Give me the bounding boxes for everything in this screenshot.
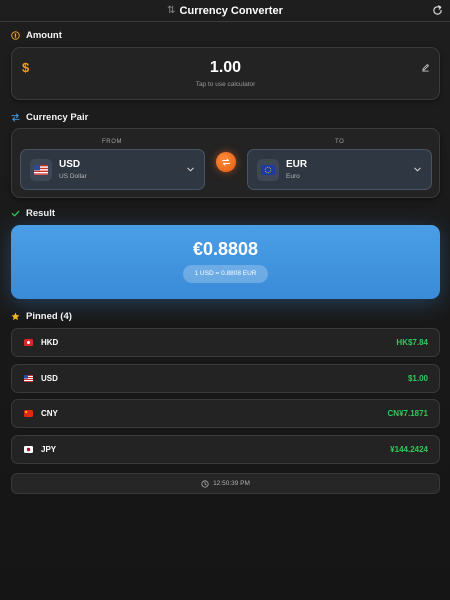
app-header: ⇅ Currency Converter <box>0 0 450 22</box>
checkmark-icon <box>11 210 20 217</box>
pencil-icon[interactable] <box>421 63 430 72</box>
currency-pair-section-label: Currency Pair <box>11 112 88 123</box>
pinned-converted-amount: $1.00 <box>407 374 428 383</box>
star-icon <box>11 312 20 321</box>
last-updated-bar: 12:50:39 PM <box>11 473 440 494</box>
pinned-item[interactable]: USD $1.00 <box>11 364 440 393</box>
flag-us-icon <box>30 159 52 181</box>
swap-currencies-button[interactable] <box>216 152 236 172</box>
result-label: Result <box>26 208 56 219</box>
result-value: €0.8808 <box>192 239 259 259</box>
last-updated-time: 12:50:39 PM <box>213 480 250 487</box>
to-currency-code: EUR <box>286 159 308 170</box>
pinned-converted-amount: CN¥7.1871 <box>387 409 428 418</box>
pinned-label: Pinned (4) <box>26 311 72 322</box>
currency-pair-card: FROM TO USD US Dollar EUR Euro <box>11 128 440 198</box>
pinned-currency-code: HKD <box>41 338 59 347</box>
result-card: €0.8808 1 USD = 0.8808 EUR <box>11 225 440 299</box>
amount-value: 1.00 <box>209 59 242 76</box>
amount-input-card[interactable]: $ 1.00 Tap to use calculator <box>11 47 440 100</box>
swap-icon <box>222 158 230 166</box>
result-section-label: Result <box>11 208 55 219</box>
flag-us-icon <box>24 375 33 382</box>
chevron-down-icon <box>414 167 421 172</box>
from-currency-name: US Dollar <box>59 173 87 180</box>
flag-cn-icon <box>24 410 33 417</box>
circle-dollar-icon <box>11 31 20 40</box>
flag-eu-icon <box>257 159 279 181</box>
to-currency-name: Euro <box>286 173 300 180</box>
from-label: FROM <box>102 139 123 145</box>
pinned-item[interactable]: HKD HK$7.84 <box>11 328 440 357</box>
from-currency-code: USD <box>59 159 81 170</box>
refresh-icon <box>432 4 442 15</box>
pinned-item[interactable]: JPY ¥144.2424 <box>11 435 440 464</box>
pinned-converted-amount: HK$7.84 <box>396 338 428 347</box>
to-label: TO <box>335 139 345 145</box>
pinned-section-label: Pinned (4) <box>11 311 72 322</box>
pinned-currency-code: USD <box>41 374 58 383</box>
currency-pair-label: Currency Pair <box>26 112 89 123</box>
refresh-button[interactable] <box>430 3 444 17</box>
pinned-converted-amount: ¥144.2424 <box>390 445 428 454</box>
pinned-currency-code: CNY <box>41 409 58 418</box>
arrows-up-down-icon: ⇅ <box>167 5 176 16</box>
amount-label: Amount <box>26 30 62 41</box>
from-currency-selector[interactable]: USD US Dollar <box>20 149 205 190</box>
amount-section-label: Amount <box>11 30 62 41</box>
page-title: Currency Converter <box>179 4 283 17</box>
flag-hk-icon <box>24 339 33 346</box>
clock-icon <box>201 479 209 488</box>
pinned-item[interactable]: CNY CN¥7.1871 <box>11 399 440 428</box>
header-title-group: ⇅ Currency Converter <box>167 5 283 17</box>
arrows-swap-icon <box>11 113 20 122</box>
calculator-hint: Tap to use calculator <box>195 81 256 88</box>
pinned-currency-code: JPY <box>41 445 57 454</box>
exchange-rate-pill: 1 USD = 0.8808 EUR <box>183 265 268 283</box>
to-currency-selector[interactable]: EUR Euro <box>247 149 432 190</box>
chevron-down-icon <box>187 167 194 172</box>
flag-jp-icon <box>24 446 33 453</box>
